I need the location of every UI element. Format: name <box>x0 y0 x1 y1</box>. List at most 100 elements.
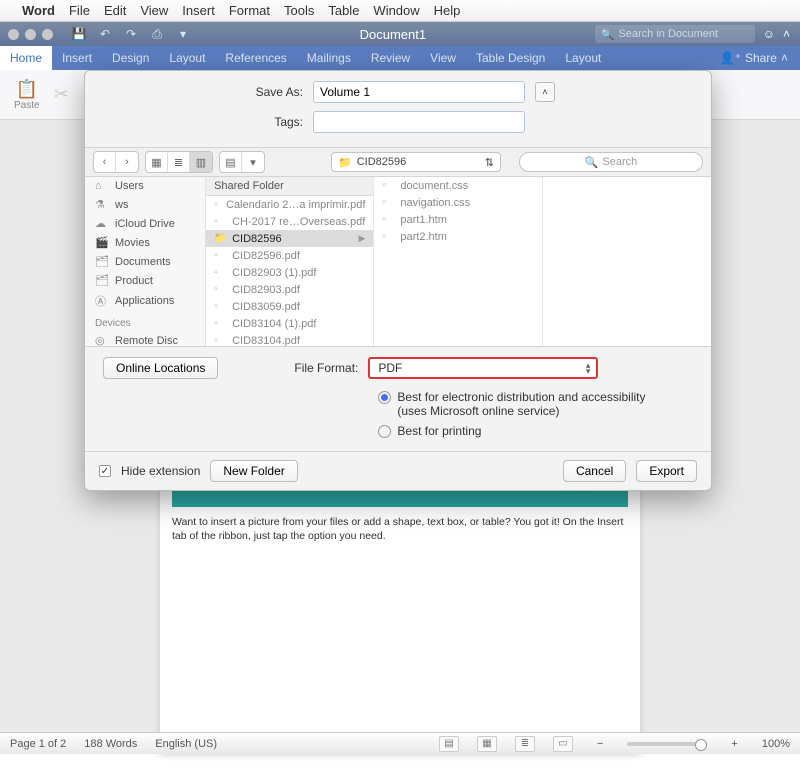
path-dropdown[interactable]: 📁 CID82596 ⇅ <box>331 152 501 172</box>
sidebar-item[interactable]: ⒶApplications <box>85 290 205 312</box>
file-row[interactable]: 📁CID82596▶ <box>206 230 373 247</box>
sidebar-item[interactable]: ☁iCloud Drive <box>85 214 205 233</box>
file-icon: ▫ <box>382 214 394 225</box>
column-view-icon[interactable]: ▥ <box>190 152 212 172</box>
view-print-layout[interactable]: ▤ <box>439 736 459 752</box>
undo-icon[interactable]: ↶ <box>97 27 113 42</box>
word-count[interactable]: 188 Words <box>84 738 137 750</box>
file-icon: ▫ <box>382 231 394 242</box>
menu-format[interactable]: Format <box>229 3 270 18</box>
menu-table[interactable]: Table <box>328 3 359 18</box>
tags-input[interactable] <box>313 111 525 133</box>
paste-button[interactable]: 📋 Paste <box>14 79 40 111</box>
menu-edit[interactable]: Edit <box>104 3 126 18</box>
sidebar-item[interactable]: ⚗ws <box>85 195 205 214</box>
tab-view[interactable]: View <box>420 46 466 70</box>
file-row[interactable]: ▫CID83104.pdf <box>206 332 373 346</box>
sidebar-item[interactable]: 🗂Documents <box>85 252 205 271</box>
file-row[interactable]: ▫part2.htm <box>374 228 541 245</box>
file-name: CID82596.pdf <box>232 250 300 262</box>
menu-view[interactable]: View <box>140 3 168 18</box>
zoom-out[interactable]: − <box>591 738 609 750</box>
view-draft[interactable]: ▭ <box>553 736 573 752</box>
file-row[interactable]: ▫Calendario 2…a imprimir.pdf <box>206 196 373 213</box>
group-by-dropdown[interactable]: ▤▾ <box>219 151 265 173</box>
menu-window[interactable]: Window <box>373 3 419 18</box>
file-row[interactable]: ▫document.css <box>374 177 541 194</box>
sidebar-icon: ◎ <box>95 334 109 346</box>
tab-table-layout[interactable]: Layout <box>555 46 611 70</box>
nav-back-forward[interactable]: ‹› <box>93 151 139 173</box>
collapse-dialog-button[interactable]: ˄ <box>535 82 555 102</box>
save-as-label: Save As: <box>103 85 313 99</box>
redo-icon[interactable]: ↷ <box>123 27 139 42</box>
sidebar-item[interactable]: ◎ Remote Disc <box>85 331 205 346</box>
window-controls[interactable] <box>0 29 61 40</box>
language-indicator[interactable]: English (US) <box>155 738 217 750</box>
tab-mailings[interactable]: Mailings <box>297 46 361 70</box>
page-indicator[interactable]: Page 1 of 2 <box>10 738 66 750</box>
zoom-in[interactable]: + <box>725 738 743 750</box>
tab-table-design[interactable]: Table Design <box>466 46 555 70</box>
menu-file[interactable]: File <box>69 3 90 18</box>
tab-references[interactable]: References <box>215 46 296 70</box>
back-icon[interactable]: ‹ <box>94 152 116 172</box>
app-menu[interactable]: Word <box>22 3 55 18</box>
menu-help[interactable]: Help <box>434 3 461 18</box>
zoom-level[interactable]: 100% <box>762 738 790 750</box>
sidebar-item[interactable]: ⌂Users <box>85 177 205 195</box>
sidebar-item[interactable]: 🗂Product <box>85 271 205 290</box>
tab-design[interactable]: Design <box>102 46 159 70</box>
icon-view-icon[interactable]: ▦ <box>146 152 168 172</box>
view-web-layout[interactable]: ▦ <box>477 736 497 752</box>
option-printing[interactable]: Best for printing <box>378 421 693 441</box>
file-row[interactable]: ▫part1.htm <box>374 211 541 228</box>
tab-layout[interactable]: Layout <box>159 46 215 70</box>
finder-toolbar: ‹› ▦ ≣ ▥ ▤▾ 📁 CID82596 ⇅ 🔍 Search <box>85 147 711 177</box>
save-icon[interactable]: 💾 <box>71 27 87 42</box>
finder-search-placeholder: Search <box>602 156 637 168</box>
sidebar-icon: ⌂ <box>95 180 109 192</box>
tab-insert[interactable]: Insert <box>52 46 102 70</box>
forward-icon[interactable]: › <box>116 152 138 172</box>
file-row[interactable]: ▫CH-2017 re…Overseas.pdf <box>206 213 373 230</box>
tab-review[interactable]: Review <box>361 46 420 70</box>
sidebar-label: iCloud Drive <box>115 218 175 230</box>
finder-search[interactable]: 🔍 Search <box>519 152 703 172</box>
smiley-icon[interactable]: ☺ <box>763 27 775 41</box>
file-row[interactable]: ▫navigation.css <box>374 194 541 211</box>
file-row[interactable]: ▫CID83104 (1).pdf <box>206 315 373 332</box>
menu-tools[interactable]: Tools <box>284 3 314 18</box>
sidebar-item[interactable]: 🎬Movies <box>85 233 205 252</box>
file-row[interactable]: ▫CID82903.pdf <box>206 281 373 298</box>
print-icon[interactable]: ⎙ <box>149 27 165 42</box>
file-row[interactable]: ▫CID82903 (1).pdf <box>206 264 373 281</box>
save-as-input[interactable] <box>313 81 525 103</box>
new-folder-button[interactable]: New Folder <box>210 460 297 482</box>
file-row[interactable]: ▫CID82596.pdf <box>206 247 373 264</box>
export-button[interactable]: Export <box>636 460 697 482</box>
collapse-ribbon-icon[interactable]: ˄ <box>783 27 790 41</box>
cut-button[interactable]: ✂ <box>54 84 69 105</box>
zoom-slider[interactable] <box>627 742 707 746</box>
hide-extension-checkbox[interactable]: ✓ <box>99 465 111 477</box>
document-search[interactable]: 🔍 Search in Document <box>595 25 755 43</box>
cancel-button[interactable]: Cancel <box>563 460 626 482</box>
view-outline[interactable]: ≣ <box>515 736 535 752</box>
share-button[interactable]: 👤⁺Share˄ <box>708 51 800 65</box>
option-electronic[interactable]: Best for electronic distribution and acc… <box>378 387 693 421</box>
list-view-icon[interactable]: ≣ <box>168 152 190 172</box>
sidebar-label: Remote Disc <box>115 335 178 347</box>
qat-customize-icon[interactable]: ▾ <box>175 27 191 42</box>
menu-insert[interactable]: Insert <box>182 3 215 18</box>
file-row[interactable]: ▫CID83059.pdf <box>206 298 373 315</box>
status-bar: Page 1 of 2 188 Words English (US) ▤ ▦ ≣… <box>0 732 800 754</box>
finder-sidebar: ⌂Users⚗ws☁iCloud Drive🎬Movies🗂Documents🗂… <box>85 177 206 346</box>
group-icon: ▤ <box>220 152 242 172</box>
view-mode-segment[interactable]: ▦ ≣ ▥ <box>145 151 213 173</box>
file-format-select[interactable]: PDF ▴▾ <box>368 357 598 379</box>
window-titlebar: 💾 ↶ ↷ ⎙ ▾ Document1 🔍 Search in Document… <box>0 22 800 46</box>
online-locations-button[interactable]: Online Locations <box>103 357 218 379</box>
tab-home[interactable]: Home <box>0 46 52 70</box>
file-icon: ▫ <box>214 199 220 210</box>
